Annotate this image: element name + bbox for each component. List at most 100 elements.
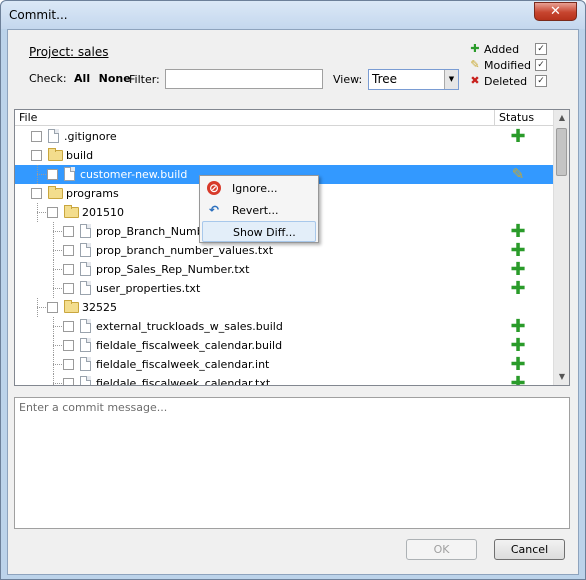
row-checkbox[interactable] (63, 245, 74, 256)
row-checkbox[interactable] (63, 359, 74, 370)
row-checkbox[interactable] (63, 321, 74, 332)
row-checkbox[interactable] (63, 283, 74, 294)
file-row[interactable]: fieldale_fiscalweek_calendar.build ✚ (15, 336, 553, 355)
file-row[interactable]: prop_Sales_Rep_Number.txt ✚ (15, 260, 553, 279)
list-header: File Status (15, 110, 553, 126)
commit-dialog: Commit... ✕ Project: sales Check: All No… (0, 0, 586, 580)
file-row[interactable]: prop_branch_number_values.txt ✚ (15, 241, 553, 260)
scroll-down-icon[interactable]: ▼ (554, 369, 569, 385)
row-checkbox[interactable] (31, 150, 42, 161)
file-row[interactable]: external_truckloads_w_sales.build ✚ (15, 317, 553, 336)
row-name: external_truckloads_w_sales.build (96, 320, 283, 333)
status-cell (508, 203, 528, 222)
row-name: .gitignore (64, 130, 117, 143)
plus-icon: ✚ (510, 240, 526, 261)
folder-row[interactable]: 32525 (15, 298, 553, 317)
row-name: 32525 (82, 301, 117, 314)
folder-icon (48, 148, 63, 161)
pencil-icon: ✎ (511, 165, 525, 183)
file-icon (80, 376, 91, 385)
menu-item-revert-label: Revert... (232, 204, 279, 217)
check-none-link[interactable]: None (99, 72, 131, 85)
tree-connector (53, 383, 62, 384)
file-icon (80, 338, 91, 352)
menu-item-show-diff[interactable]: Show Diff... (202, 221, 316, 242)
tree-connector (53, 241, 54, 260)
row-name: customer-new.build (80, 168, 188, 181)
file-icon (48, 129, 59, 143)
cancel-button[interactable]: Cancel (494, 539, 565, 560)
tree-connector (53, 260, 54, 279)
menu-item-ignore-label: Ignore... (232, 182, 278, 195)
legend-deleted-checkbox[interactable]: ✓ (535, 75, 547, 87)
row-name: fieldale_fiscalweek_calendar.build (96, 339, 283, 352)
row-checkbox[interactable] (63, 226, 74, 237)
file-row[interactable]: user_properties.txt ✚ (15, 279, 553, 298)
legend-added-checkbox[interactable]: ✓ (535, 43, 547, 55)
plus-icon: ✚ (470, 42, 480, 55)
check-all-link[interactable]: All (74, 72, 90, 85)
ok-button[interactable]: OK (406, 539, 477, 560)
column-header-status[interactable]: Status (494, 110, 550, 126)
status-cell (508, 298, 528, 317)
filter-input[interactable] (165, 69, 323, 89)
tree-connector (37, 174, 46, 175)
folder-row[interactable]: build (15, 146, 553, 165)
vertical-scrollbar[interactable]: ▲ ▼ (553, 110, 569, 385)
menu-item-ignore[interactable]: ⊘ Ignore... (202, 178, 316, 199)
folder-icon (48, 186, 63, 199)
file-row[interactable]: fieldale_fiscalweek_calendar.txt ✚ (15, 373, 553, 386)
status-cell (508, 146, 528, 165)
row-checkbox[interactable] (47, 207, 58, 218)
check-row: Check: All None (29, 72, 136, 85)
menu-item-show-diff-label: Show Diff... (233, 226, 296, 239)
legend-modified-checkbox[interactable]: ✓ (535, 59, 547, 71)
row-checkbox[interactable] (47, 169, 58, 180)
column-header-file[interactable]: File (19, 111, 37, 124)
plus-icon: ✚ (510, 278, 526, 299)
scroll-thumb[interactable] (556, 128, 567, 176)
project-link[interactable]: Project: sales (29, 45, 109, 59)
tree-connector (53, 355, 54, 374)
view-label: View: (333, 73, 363, 86)
row-checkbox[interactable] (31, 188, 42, 199)
tree-connector (37, 203, 38, 222)
x-icon: ✖ (470, 74, 480, 87)
commit-message-input[interactable]: Enter a commit message... (14, 397, 570, 529)
row-checkbox[interactable] (63, 340, 74, 351)
window-title: Commit... (9, 8, 68, 22)
status-legend: ✚ Added ✓ ✎ Modified ✓ ✖ Deleted ✓ (469, 42, 549, 90)
row-name: build (66, 149, 94, 162)
legend-added-label: Added (484, 43, 520, 56)
file-row[interactable]: .gitignore ✚ (15, 127, 553, 146)
file-row[interactable]: fieldale_fiscalweek_calendar.int ✚ (15, 355, 553, 374)
folder-icon (64, 205, 79, 218)
row-name: programs (66, 187, 119, 200)
file-list[interactable]: File Status .gitignore ✚ build customer-new… (14, 109, 570, 386)
row-checkbox[interactable] (31, 131, 42, 142)
view-select-value: Tree (372, 72, 398, 86)
row-checkbox[interactable] (47, 302, 58, 313)
plus-icon: ✚ (510, 316, 526, 337)
menu-item-revert[interactable]: ↶ Revert... (202, 200, 316, 221)
file-icon (64, 167, 75, 181)
tree-connector (53, 231, 62, 232)
row-checkbox[interactable] (63, 264, 74, 275)
file-icon (80, 243, 91, 257)
filter-label: Filter: (129, 73, 160, 86)
tree-connector (37, 307, 46, 308)
dropdown-arrow-icon[interactable]: ▼ (444, 70, 458, 89)
check-label: Check: (29, 72, 67, 85)
tree-connector (53, 326, 62, 327)
folder-icon (64, 300, 79, 313)
scroll-up-icon[interactable]: ▲ (554, 110, 569, 126)
file-icon (80, 357, 91, 371)
plus-icon: ✚ (510, 373, 526, 386)
view-select[interactable]: Tree ▼ (368, 69, 459, 90)
row-checkbox[interactable] (63, 378, 74, 385)
row-name: 201510 (82, 206, 124, 219)
close-button[interactable]: ✕ (534, 2, 577, 21)
row-name: user_properties.txt (96, 282, 201, 295)
status-cell (508, 184, 528, 203)
tree-connector (53, 317, 54, 336)
